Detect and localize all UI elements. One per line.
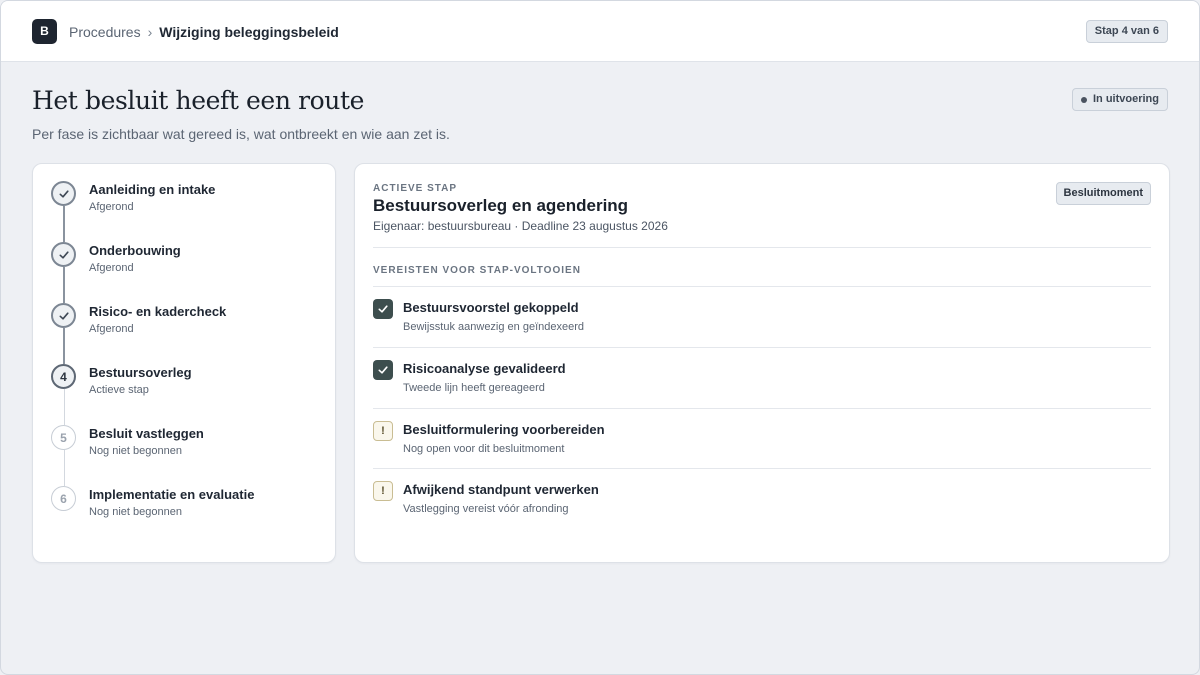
- requirement-item[interactable]: ! Afwijkend standpunt verwerken Vastlegg…: [373, 469, 1151, 529]
- step-status: Afgerond: [89, 201, 134, 213]
- page-subtitle: Per fase is zichtbaar wat gereed is, wat…: [32, 126, 450, 142]
- step-item-onderbouwing[interactable]: Onderbouwing Afgerond: [33, 242, 335, 292]
- warning-icon[interactable]: !: [373, 421, 393, 441]
- step-item-bestuursoverleg[interactable]: 4 Bestuursoverleg Actieve stap: [33, 364, 335, 414]
- requirement-subtitle: Vastlegging vereist vóór afronding: [403, 503, 569, 515]
- step-title: Aanleiding en intake: [89, 182, 216, 197]
- app-window: B Procedures › Wijziging beleggingsbeleid …: [0, 0, 1200, 675]
- step-item-besluit-vastleggen[interactable]: 5 Besluit vastleggen Nog niet begonnen: [33, 425, 335, 475]
- step-status: Actieve stap: [89, 384, 149, 396]
- active-step-meta: Eigenaar: bestuursbureau · Deadline 23 a…: [373, 219, 668, 233]
- chevron-right-icon: ›: [147, 24, 153, 40]
- requirement-title: Bestuursvoorstel gekoppeld: [403, 300, 579, 315]
- check-icon: [51, 242, 76, 267]
- step-title: Besluit vastleggen: [89, 426, 204, 441]
- step-item-risico-kadercheck[interactable]: Risico- en kadercheck Afgerond: [33, 303, 335, 353]
- requirement-subtitle: Nog open voor dit besluitmoment: [403, 443, 565, 455]
- requirement-subtitle: Tweede lijn heeft gereageerd: [403, 382, 545, 394]
- step-status: Nog niet begonnen: [89, 506, 182, 518]
- step-progress-badge: Stap 4 van 6: [1085, 20, 1168, 43]
- step-number: 5: [51, 425, 76, 450]
- active-step-title: Bestuursoverleg en agendering: [373, 196, 629, 215]
- step-number: 4: [51, 364, 76, 389]
- requirement-item[interactable]: Risicoanalyse gevalideerd Tweede lijn he…: [373, 348, 1151, 408]
- top-bar: B Procedures › Wijziging beleggingsbeleid …: [1, 1, 1199, 62]
- step-title: Implementatie en evaluatie: [89, 487, 255, 502]
- requirements-heading: VEREISTEN VOOR STAP-VOLTOOIEN: [373, 265, 581, 276]
- checkbox-checked-icon[interactable]: [373, 299, 393, 319]
- status-label: In uitvoering: [1093, 93, 1159, 105]
- breadcrumb-procedures-link[interactable]: Procedures: [69, 24, 141, 40]
- divider: [373, 247, 1151, 248]
- requirement-title: Risicoanalyse gevalideerd: [403, 361, 566, 376]
- step-item-implementatie[interactable]: 6 Implementatie en evaluatie Nog niet be…: [33, 486, 335, 536]
- step-title: Onderbouwing: [89, 243, 181, 258]
- decision-moment-badge: Besluitmoment: [1055, 182, 1151, 205]
- steps-panel: Aanleiding en intake Afgerond Onderbouwi…: [32, 163, 336, 563]
- requirement-item[interactable]: Bestuursvoorstel gekoppeld Bewijsstuk aa…: [373, 287, 1151, 347]
- status-dot-icon: [1081, 96, 1087, 103]
- requirement-subtitle: Bewijsstuk aanwezig en geïndexeerd: [403, 321, 585, 333]
- breadcrumb-current: Wijziging beleggingsbeleid: [159, 24, 339, 40]
- active-step-eyebrow: ACTIEVE STAP: [373, 183, 458, 194]
- step-status: Afgerond: [89, 262, 134, 274]
- breadcrumb: Procedures › Wijziging beleggingsbeleid: [69, 23, 339, 41]
- step-title: Bestuursoverleg: [89, 365, 192, 380]
- status-badge: In uitvoering: [1072, 88, 1168, 111]
- page-title: Het besluit heeft een route: [32, 86, 365, 115]
- check-icon: [51, 181, 76, 206]
- requirement-item[interactable]: ! Besluitformulering voorbereiden Nog op…: [373, 409, 1151, 469]
- warning-icon[interactable]: !: [373, 481, 393, 501]
- active-step-panel: ACTIEVE STAP Bestuursoverleg en agenderi…: [354, 163, 1170, 563]
- requirement-title: Besluitformulering voorbereiden: [403, 422, 605, 437]
- step-status: Nog niet begonnen: [89, 445, 182, 457]
- step-number: 6: [51, 486, 76, 511]
- requirement-title: Afwijkend standpunt verwerken: [403, 482, 599, 497]
- app-logo[interactable]: B: [32, 19, 57, 44]
- step-item-aanleiding[interactable]: Aanleiding en intake Afgerond: [33, 181, 335, 231]
- step-status: Afgerond: [89, 323, 134, 335]
- step-title: Risico- en kadercheck: [89, 304, 227, 319]
- checkbox-checked-icon[interactable]: [373, 360, 393, 380]
- check-icon: [51, 303, 76, 328]
